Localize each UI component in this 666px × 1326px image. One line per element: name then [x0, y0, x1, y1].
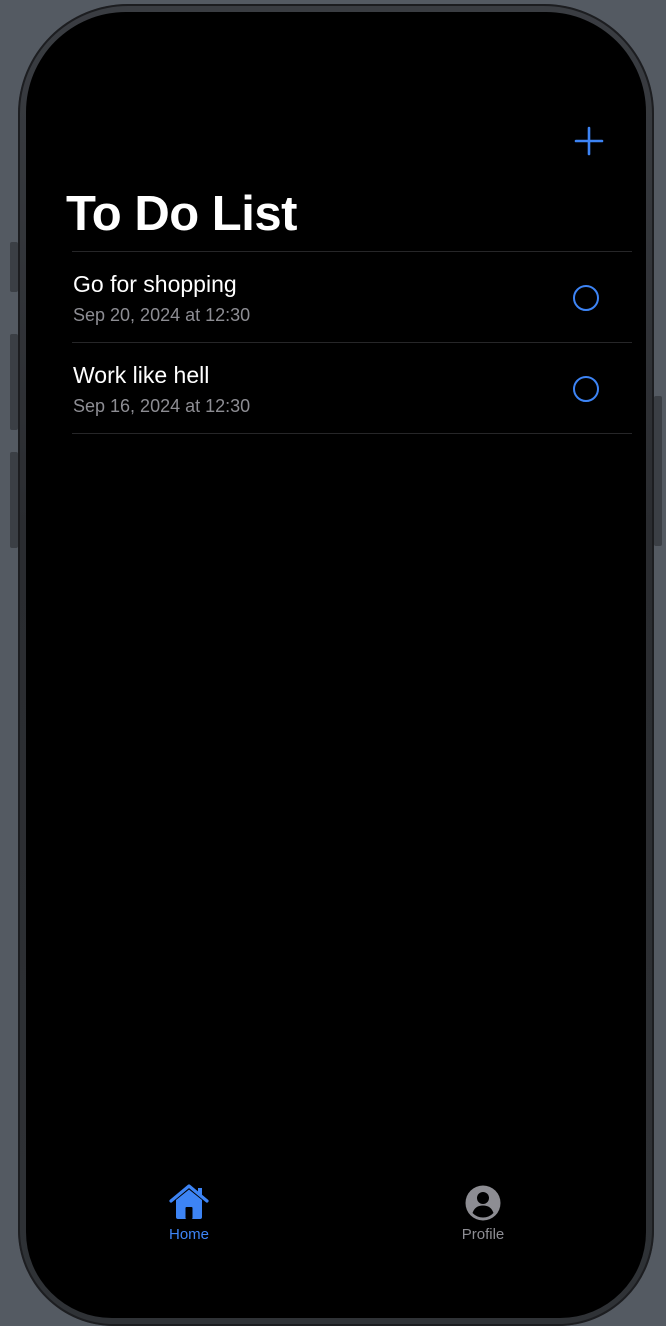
complete-toggle[interactable] [573, 376, 599, 402]
list-divider [72, 433, 632, 434]
page-title: To Do List [66, 187, 297, 241]
item-date: Sep 20, 2024 at 12:30 [73, 305, 251, 325]
person-circle-icon [465, 1185, 501, 1221]
tab-home-label: Home [168, 1226, 209, 1243]
tab-home[interactable]: Home [129, 1182, 249, 1262]
plus-icon [574, 126, 604, 156]
list-item[interactable]: Work like hell Sep 16, 2024 at 12:30 [72, 343, 632, 433]
complete-toggle[interactable] [573, 285, 599, 311]
list-item[interactable]: Go for shopping Sep 20, 2024 at 12:30 [72, 252, 632, 342]
item-title: Go for shopping [73, 271, 237, 297]
mute-switch [10, 242, 18, 292]
item-title: Work like hell [73, 362, 210, 388]
item-date: Sep 16, 2024 at 12:30 [73, 396, 251, 416]
app-screen: To Do List Go for shopping Sep 20, 2024 … [26, 12, 646, 1318]
todo-list: Go for shopping Sep 20, 2024 at 12:30 Wo… [72, 251, 632, 434]
tab-profile-label: Profile [461, 1226, 505, 1243]
tab-profile[interactable]: Profile [423, 1182, 543, 1262]
add-item-button[interactable] [572, 124, 606, 158]
house-icon [169, 1184, 209, 1219]
volume-down-button [10, 452, 18, 548]
volume-up-button [10, 334, 18, 430]
tab-bar: Home Profile [26, 1182, 646, 1262]
power-button [654, 396, 662, 546]
